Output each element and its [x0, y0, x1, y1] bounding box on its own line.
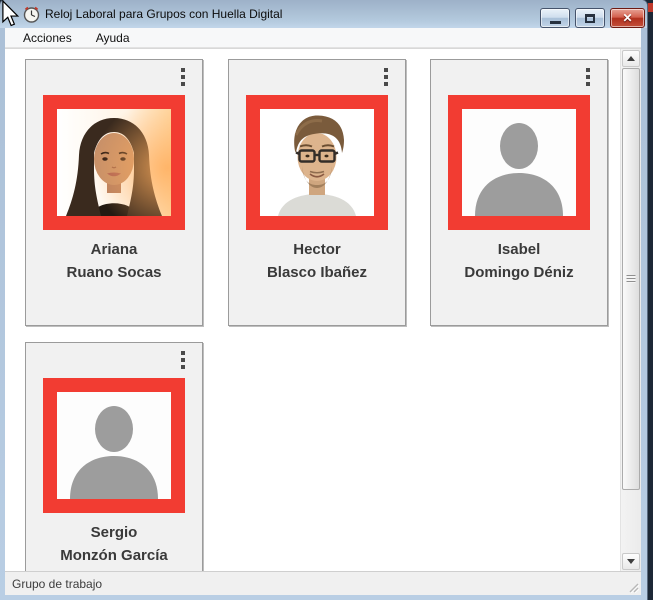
app-window: Reloj Laboral para Grupos con Huella Dig…	[0, 0, 647, 600]
titlebar[interactable]: Reloj Laboral para Grupos con Huella Dig…	[0, 0, 647, 28]
member-last-name: Monzón García	[26, 544, 202, 567]
member-first-name: Sergio	[26, 521, 202, 544]
arrow-down-icon	[627, 559, 635, 564]
maximize-button[interactable]	[575, 8, 605, 28]
desktop-background	[646, 0, 653, 600]
member-last-name: Domingo Déniz	[431, 261, 607, 284]
resize-grip-icon[interactable]	[626, 580, 639, 593]
member-card[interactable]: Sergio Monzón García	[25, 342, 203, 571]
scroll-down-button[interactable]	[622, 553, 640, 570]
member-last-name: Blasco Ibañez	[229, 261, 405, 284]
status-text: Grupo de trabajo	[12, 577, 102, 591]
menu-bar: Acciones Ayuda	[5, 28, 641, 48]
close-button[interactable]: ✕	[610, 8, 645, 28]
close-icon: ✕	[622, 11, 632, 25]
member-last-name: Ruano Socas	[26, 261, 202, 284]
kebab-menu-icon[interactable]	[380, 68, 392, 88]
vertical-scrollbar[interactable]	[620, 49, 641, 571]
cards-grid: Ariana Ruano Socas	[5, 49, 620, 571]
client-area: Ariana Ruano Socas	[5, 48, 641, 571]
window-title: Reloj Laboral para Grupos con Huella Dig…	[45, 7, 282, 21]
member-card[interactable]: Ariana Ruano Socas	[25, 59, 203, 326]
photo-frame	[43, 378, 185, 513]
arrow-up-icon	[627, 56, 635, 61]
member-photo	[462, 109, 576, 216]
member-card[interactable]: Isabel Domingo Déniz	[430, 59, 608, 326]
member-card[interactable]: Hector Blasco Ibañez	[228, 59, 406, 326]
member-photo	[260, 109, 374, 216]
member-name: Sergio Monzón García	[26, 521, 202, 567]
minimize-icon	[550, 21, 561, 24]
member-first-name: Isabel	[431, 238, 607, 261]
menu-ayuda[interactable]: Ayuda	[86, 29, 140, 47]
woman-portrait-photo	[57, 109, 171, 216]
photo-frame	[43, 95, 185, 230]
photo-frame	[246, 95, 388, 230]
member-photo	[57, 109, 171, 216]
status-bar: Grupo de trabajo	[5, 571, 641, 595]
menu-acciones[interactable]: Acciones	[13, 29, 82, 47]
kebab-menu-icon[interactable]	[177, 351, 189, 371]
kebab-menu-icon[interactable]	[582, 68, 594, 88]
kebab-menu-icon[interactable]	[177, 68, 189, 88]
placeholder-avatar-icon	[57, 392, 171, 499]
placeholder-avatar-icon	[462, 109, 576, 216]
scrollbar-thumb[interactable]	[622, 68, 640, 490]
member-first-name: Hector	[229, 238, 405, 261]
member-first-name: Ariana	[26, 238, 202, 261]
man-glasses-portrait-photo	[260, 109, 374, 216]
minimize-button[interactable]	[540, 8, 570, 28]
maximize-icon	[585, 14, 595, 23]
caption-buttons: ✕	[540, 8, 645, 28]
member-name: Ariana Ruano Socas	[26, 238, 202, 284]
member-name: Isabel Domingo Déniz	[431, 238, 607, 284]
photo-frame	[448, 95, 590, 230]
scroll-up-button[interactable]	[622, 50, 640, 67]
background-window-fragment	[648, 3, 653, 12]
clock-icon	[23, 6, 40, 23]
member-photo	[57, 392, 171, 499]
scrollbar-grip-icon	[627, 275, 636, 283]
member-name: Hector Blasco Ibañez	[229, 238, 405, 284]
